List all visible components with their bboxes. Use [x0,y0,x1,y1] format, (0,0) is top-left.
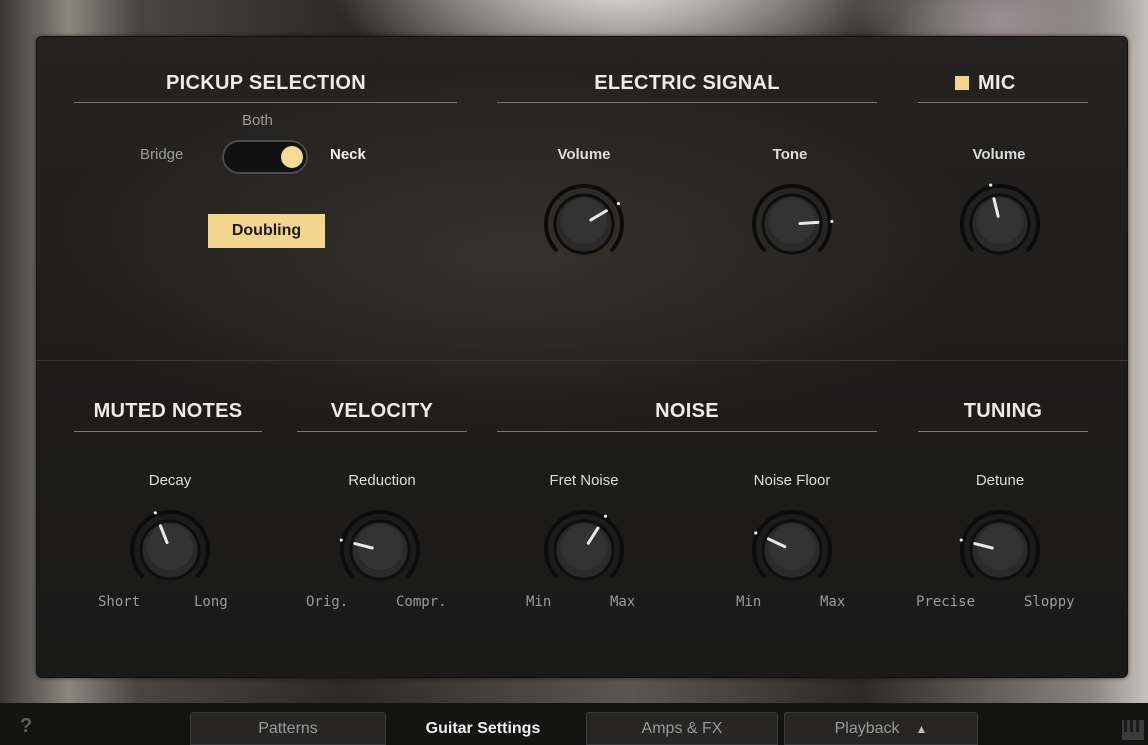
fret-noise-max-label: Max [610,594,636,610]
mic-enable-checkbox[interactable] [955,76,969,90]
electric-volume-knob[interactable] [540,180,628,268]
velocity-rule [297,431,467,432]
tab-playback[interactable]: Playback ▲ [784,712,978,745]
pickup-selection-title: PICKUP SELECTION [165,72,366,94]
fret-noise-knob[interactable] [540,506,628,594]
tuning-rule [918,431,1088,432]
tuning-title: TUNING [963,400,1043,422]
decay-knob[interactable] [126,506,214,594]
noise-floor-max-label: Max [820,594,846,610]
detune-max-label: Sloppy [1024,594,1075,610]
pickup-bridge-label: Bridge [140,146,184,163]
detune-min-label: Precise [916,594,976,610]
knob-position-dot [616,202,621,206]
mic-volume-knob[interactable] [956,180,1044,268]
pickup-both-label: Both [242,112,273,129]
detune-knob[interactable] [956,506,1044,594]
pickup-neck-label: Neck [330,146,366,163]
mic-volume-label: Volume [972,146,1026,163]
electric-tone-label: Tone [772,146,808,163]
knob-position-dot [754,531,758,535]
lock-icon: ▲ [915,721,928,736]
pickup-toggle-thumb[interactable] [281,146,303,168]
section-divider [36,360,1128,361]
noise-floor-knob[interactable] [748,506,836,594]
tab-playback-label: Playback [834,719,900,737]
detune-label: Detune [975,472,1025,489]
electric-volume-label: Volume [557,146,611,163]
help-icon[interactable]: ? [20,715,32,738]
reduction-min-label: Orig. [306,594,349,610]
reduction-max-label: Compr. [396,594,447,610]
noise-title: NOISE [655,400,719,422]
tab-guitar-settings[interactable]: Guitar Settings [386,712,580,745]
knob-indicator [798,220,820,225]
muted-notes-title: MUTED NOTES [93,400,243,422]
mic-title: MIC [978,72,1016,94]
reduction-knob[interactable] [336,506,424,594]
knob-position-dot [153,511,157,515]
keyboard-icon[interactable] [1122,720,1144,740]
electric-tone-knob[interactable] [748,180,836,268]
noise-floor-min-label: Min [736,594,762,610]
tab-patterns[interactable]: Patterns [190,712,386,745]
pickup-rule [74,102,457,103]
knob-position-dot [989,183,993,187]
noise-rule [497,431,877,432]
knob-position-dot [959,538,963,542]
mic-rule [918,102,1088,103]
fret-noise-label: Fret Noise [549,472,619,489]
knob-position-dot [339,538,343,542]
tab-amps-fx[interactable]: Amps & FX [586,712,778,745]
decay-min-label: Short [98,594,141,610]
decay-max-label: Long [194,594,228,610]
doubling-button[interactable]: Doubling [208,214,325,248]
decay-label: Decay [148,472,192,489]
electric-rule [497,102,877,103]
fret-noise-min-label: Min [526,594,552,610]
pickup-toggle-switch[interactable] [222,140,308,174]
knob-position-dot [830,219,834,224]
electric-signal-title: ELECTRIC SIGNAL [594,72,780,94]
velocity-title: VELOCITY [330,400,434,422]
reduction-label: Reduction [348,472,416,489]
noise-floor-label: Noise Floor [753,472,831,489]
knob-position-dot [603,514,608,518]
muted-rule [74,431,262,432]
